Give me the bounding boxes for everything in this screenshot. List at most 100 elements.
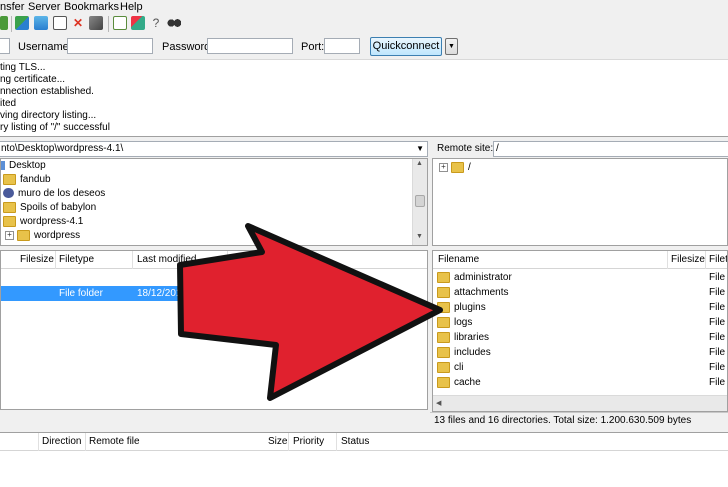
- tree-item-fandub[interactable]: fandub: [3, 174, 51, 185]
- column-size[interactable]: Size: [268, 436, 287, 447]
- log-line: ving directory listing...: [0, 110, 97, 121]
- column-divider[interactable]: [227, 251, 228, 269]
- message-log: ting TLS... ng certificate... nnection e…: [0, 60, 728, 137]
- username-field[interactable]: [67, 38, 153, 54]
- menu-bookmarks[interactable]: Bookmarks: [64, 1, 119, 13]
- local-path-bar: nto\Desktop\wordpress-4.1\ ▼: [0, 140, 428, 158]
- search-remote-icon[interactable]: ?: [149, 16, 163, 30]
- table-row[interactable]: cache File f: [433, 375, 727, 390]
- transfer-queue: Direction Remote file Size Priority Stat…: [0, 432, 728, 487]
- tree-item-wordpress-4-1[interactable]: wordpress-4.1: [3, 216, 83, 227]
- log-line: ited: [0, 98, 17, 109]
- column-filename[interactable]: Filename: [438, 254, 479, 265]
- row-filetype: File f: [709, 332, 727, 343]
- toolbar-separator: [11, 16, 12, 32]
- remote-tree-pane: + /: [432, 158, 728, 246]
- row-filename: cli: [454, 362, 464, 373]
- column-direction[interactable]: Direction: [42, 436, 81, 447]
- password-label: Password:: [162, 41, 214, 53]
- menu-transfer[interactable]: nsfer: [0, 1, 24, 13]
- table-row-selected[interactable]: File folder 18/12/2014 06:10:2: [1, 286, 227, 301]
- row-filetype: File f: [709, 377, 727, 388]
- tree-item-wordpress[interactable]: + wordpress: [5, 230, 80, 241]
- column-filesize[interactable]: Filesize: [671, 254, 705, 265]
- scrollbar-thumb[interactable]: [415, 195, 425, 207]
- expand-icon[interactable]: +: [439, 163, 448, 172]
- process-queue-icon[interactable]: [34, 16, 48, 30]
- folder-icon: [437, 331, 450, 343]
- quickconnect-button[interactable]: Quickconnect: [370, 37, 442, 56]
- menu-server[interactable]: Server: [28, 1, 60, 13]
- tree-item-root[interactable]: + /: [439, 162, 471, 173]
- remote-list-hscrollbar[interactable]: ◀: [433, 395, 727, 411]
- folder-icon: [451, 162, 464, 173]
- row-filename: attachments: [454, 287, 509, 298]
- column-divider[interactable]: [85, 433, 86, 451]
- column-divider[interactable]: [288, 433, 289, 451]
- tree-item-label: Spoils of babylon: [20, 202, 97, 214]
- quickconnect-dropdown-button[interactable]: ▼: [445, 38, 458, 55]
- remote-file-list: Filename Filesize Filety administrator F…: [432, 250, 728, 412]
- table-row[interactable]: cli File f: [433, 360, 727, 375]
- port-field[interactable]: [324, 38, 360, 54]
- remote-site-label: Remote site:: [437, 143, 494, 154]
- quickconnect-bar: Username: Password: Port: Quickconnect ▼: [0, 35, 728, 60]
- scroll-up-icon[interactable]: ▲: [416, 160, 423, 167]
- row-filetype: File f: [709, 317, 727, 328]
- folder-icon: [437, 301, 450, 313]
- local-tree-scrollbar[interactable]: ▲ ▼: [412, 159, 427, 245]
- log-line: ng certificate...: [0, 74, 66, 85]
- column-remote-file[interactable]: Remote file: [89, 436, 140, 447]
- folder-icon: [3, 216, 16, 227]
- compare-icon[interactable]: [113, 16, 127, 30]
- menu-help[interactable]: Help: [120, 1, 143, 13]
- sync-browse-icon[interactable]: [131, 16, 145, 30]
- password-field[interactable]: [207, 38, 293, 54]
- column-filesize[interactable]: Filesize: [20, 254, 54, 265]
- scroll-down-icon[interactable]: ▼: [416, 233, 423, 240]
- column-filetype[interactable]: Filety: [709, 254, 727, 265]
- host-field[interactable]: [0, 38, 10, 54]
- column-divider[interactable]: [55, 251, 56, 269]
- refresh-icon[interactable]: [15, 16, 29, 30]
- disconnect-icon[interactable]: [89, 16, 103, 30]
- column-divider[interactable]: [336, 433, 337, 451]
- column-status[interactable]: Status: [341, 436, 369, 447]
- table-row[interactable]: administrator File f: [433, 270, 727, 285]
- local-path-field[interactable]: nto\Desktop\wordpress-4.1\ ▼: [0, 141, 428, 157]
- folder-icon: [437, 286, 450, 298]
- column-filetype[interactable]: Filetype: [59, 254, 94, 265]
- scroll-left-icon[interactable]: ◀: [436, 399, 441, 407]
- column-divider[interactable]: [132, 251, 133, 269]
- column-divider[interactable]: [38, 433, 39, 451]
- transfer-icon[interactable]: [0, 16, 8, 30]
- row-modified: 18/12/2014 06:10:2: [137, 288, 224, 299]
- column-divider[interactable]: [667, 251, 668, 269]
- flag-icon[interactable]: [53, 16, 67, 30]
- folder-icon: [437, 316, 450, 328]
- binoculars-icon[interactable]: [167, 16, 181, 30]
- column-priority[interactable]: Priority: [293, 436, 324, 447]
- table-row[interactable]: plugins File f: [433, 300, 727, 315]
- tree-item-label: /: [468, 162, 471, 174]
- remote-path-field[interactable]: /: [493, 141, 728, 157]
- row-filename: plugins: [454, 302, 486, 313]
- table-row[interactable]: includes File f: [433, 345, 727, 360]
- table-row[interactable]: libraries File f: [433, 330, 727, 345]
- tree-item-muro[interactable]: muro de los deseos: [3, 188, 105, 199]
- cancel-icon[interactable]: ✕: [71, 16, 85, 30]
- chevron-down-icon[interactable]: ▼: [416, 142, 424, 156]
- tree-item-desktop[interactable]: Desktop: [1, 160, 46, 171]
- folder-icon: [437, 361, 450, 373]
- table-row[interactable]: logs File f: [433, 315, 727, 330]
- folder-icon: [437, 376, 450, 388]
- expand-icon[interactable]: +: [5, 231, 14, 240]
- folder-icon: [17, 230, 30, 241]
- tree-item-spoils[interactable]: Spoils of babylon: [3, 202, 96, 213]
- column-divider[interactable]: [705, 251, 706, 269]
- table-row[interactable]: attachments File f: [433, 285, 727, 300]
- row-filename: libraries: [454, 332, 490, 343]
- column-last-modified[interactable]: Last modified: [137, 254, 196, 265]
- port-label: Port:: [301, 41, 325, 53]
- queue-header: Direction Remote file Size Priority Stat…: [0, 433, 728, 451]
